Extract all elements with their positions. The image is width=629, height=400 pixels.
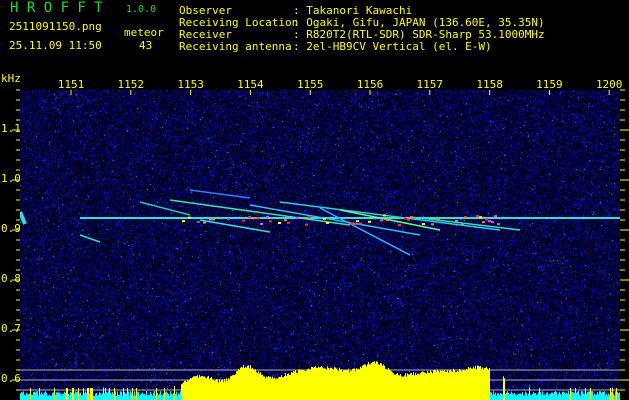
hrofft-spectrogram-window: H R O F F T 1.0.0 2511091150.png meteor …: [0, 0, 629, 400]
axis-ticks: [12, 89, 629, 391]
